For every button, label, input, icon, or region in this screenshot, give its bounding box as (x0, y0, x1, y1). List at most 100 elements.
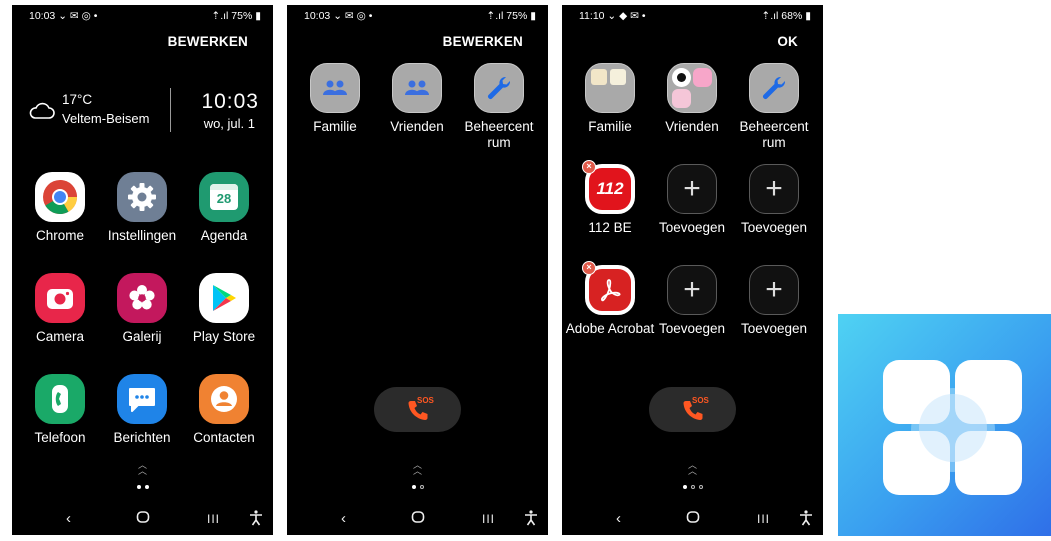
app-beheercentrum[interactable]: Beheercent rum (457, 63, 541, 153)
navigation-bar: ‹ III (562, 510, 823, 532)
back-icon[interactable]: ‹ (341, 510, 346, 527)
page-dot (698, 485, 703, 489)
recents-icon[interactable]: III (207, 512, 220, 526)
plus-icon: + (749, 164, 799, 214)
plus-icon: + (667, 164, 717, 214)
clock-time: 10:03 (201, 90, 259, 113)
add-shortcut[interactable]: + Toevoegen (650, 265, 734, 355)
app-label: Play Store (192, 329, 256, 344)
page-indicator (12, 485, 273, 489)
page-dot (419, 485, 424, 489)
app-berichten[interactable]: Berichten (100, 374, 184, 464)
navigation-bar: ‹ III (287, 510, 548, 532)
home-icon[interactable] (686, 510, 700, 528)
home-icon[interactable] (411, 510, 425, 528)
home-icon[interactable] (136, 510, 150, 528)
flower-icon (117, 273, 167, 323)
sos-button[interactable]: SOS (649, 387, 736, 432)
app-galerij[interactable]: Galerij (100, 273, 184, 363)
folder-familie[interactable]: Familie (568, 63, 652, 153)
widget-divider (170, 88, 171, 132)
contact-avatar (672, 68, 691, 87)
home-screen-phone: 10:03 ⌄ ✉ ◎ • ⇡.ıl 75% ▮ BEWERKEN 17°C V… (12, 5, 273, 535)
status-time: 11:10 ⌄ ◆ ✉ • (579, 10, 646, 22)
plus-icon: + (749, 265, 799, 315)
ok-button[interactable]: OK (777, 34, 798, 49)
contact-avatar (610, 69, 626, 85)
app-instellingen[interactable]: Instellingen (100, 172, 184, 262)
app-agenda[interactable]: 28 Agenda (182, 172, 266, 262)
accessibility-icon[interactable] (249, 510, 263, 530)
play-store-icon (199, 273, 249, 323)
badge-112-text: 112 (596, 179, 624, 198)
senior-mode-phone: 10:03 ⌄ ✉ ◎ • ⇡.ıl 75% ▮ BEWERKEN Famili… (287, 5, 548, 535)
status-right: ⇡.ıl 75% ▮ (211, 10, 261, 22)
app-adobe-acrobat[interactable]: × Adobe Acrobat (566, 261, 654, 355)
contact-avatar (591, 69, 607, 85)
calendar-day: 28 (216, 191, 232, 206)
page-dot-active (682, 485, 687, 489)
calendar-icon: 28 (199, 172, 249, 222)
back-icon[interactable]: ‹ (616, 510, 621, 527)
contact-avatar (693, 68, 712, 87)
recents-icon[interactable]: III (757, 512, 770, 526)
status-bar: 11:10 ⌄ ◆ ✉ • ⇡.ıl 68% ▮ (562, 10, 823, 26)
app-contacten[interactable]: Contacten (182, 374, 266, 464)
page-dot-active (136, 485, 141, 489)
easy-mode-app-logo (838, 314, 1051, 536)
app-112-be[interactable]: 112 × 112 BE (568, 160, 652, 254)
recents-icon[interactable]: III (482, 512, 495, 526)
app-label: Agenda (200, 228, 248, 243)
status-right: ⇡.ıl 75% ▮ (486, 10, 536, 22)
chevron-up-icon[interactable]: ︿ ︿ (12, 461, 273, 476)
accessibility-icon[interactable] (799, 510, 813, 530)
page-indicator (562, 485, 823, 489)
remove-badge-icon[interactable]: × (582, 160, 596, 174)
sos-button[interactable]: SOS (374, 387, 461, 432)
app-beheercentrum[interactable]: Beheercent rum (732, 63, 816, 153)
wrench-icon (474, 63, 524, 113)
plus-icon: + (667, 265, 717, 315)
app-camera[interactable]: Camera (18, 273, 102, 363)
accessibility-icon[interactable] (524, 510, 538, 530)
status-bar: 10:03 ⌄ ✉ ◎ • ⇡.ıl 75% ▮ (12, 10, 273, 26)
add-shortcut[interactable]: + Toevoegen (650, 164, 734, 254)
folder-familie[interactable]: Familie (293, 63, 377, 153)
app-label: Beheercent rum (464, 119, 534, 150)
folder-vrienden[interactable]: Vrienden (650, 63, 734, 153)
folder-icon (667, 63, 717, 113)
add-shortcut[interactable]: + Toevoegen (732, 164, 816, 254)
remove-badge-icon[interactable]: × (582, 261, 596, 275)
chat-icon (117, 374, 167, 424)
page-dot (690, 485, 695, 489)
chevron-up-icon[interactable]: ︿ ︿ (287, 461, 548, 476)
sos-label: SOS (417, 396, 434, 405)
edit-button[interactable]: BEWERKEN (443, 34, 523, 49)
add-shortcut[interactable]: + Toevoegen (732, 265, 816, 355)
status-bar: 10:03 ⌄ ✉ ◎ • ⇡.ıl 75% ▮ (287, 10, 548, 26)
app-label: Beheercent rum (739, 119, 809, 150)
chevron-up-icon[interactable]: ︿ ︿ (562, 461, 823, 476)
app-telefoon[interactable]: Telefoon (18, 374, 102, 464)
four-squares-icon (883, 360, 1022, 495)
weather-clock-widget[interactable]: 17°C Veltem-Beisem 10:03 wo, jul. 1 (29, 88, 259, 136)
app-chrome[interactable]: Chrome (18, 172, 102, 262)
people-icon (392, 63, 442, 113)
sos-label: SOS (692, 396, 709, 405)
chrome-icon (35, 172, 85, 222)
contact-icon (199, 374, 249, 424)
app-play-store[interactable]: Play Store (182, 273, 266, 363)
status-time: 10:03 ⌄ ✉ ◎ • (29, 10, 98, 22)
temperature: 17°C (62, 92, 93, 107)
clock-date: wo, jul. 1 (203, 116, 255, 131)
phone-icon (35, 374, 85, 424)
edit-button[interactable]: BEWERKEN (168, 34, 248, 49)
senior-mode-edit-phone: 11:10 ⌄ ◆ ✉ • ⇡.ıl 68% ▮ OK Familie Vrie… (562, 5, 823, 535)
people-icon (310, 63, 360, 113)
folder-vrienden[interactable]: Vrienden (375, 63, 459, 153)
back-icon[interactable]: ‹ (66, 510, 71, 527)
wrench-icon (749, 63, 799, 113)
folder-icon (585, 63, 635, 113)
camera-icon (35, 273, 85, 323)
app-label: Contacten (193, 430, 255, 445)
